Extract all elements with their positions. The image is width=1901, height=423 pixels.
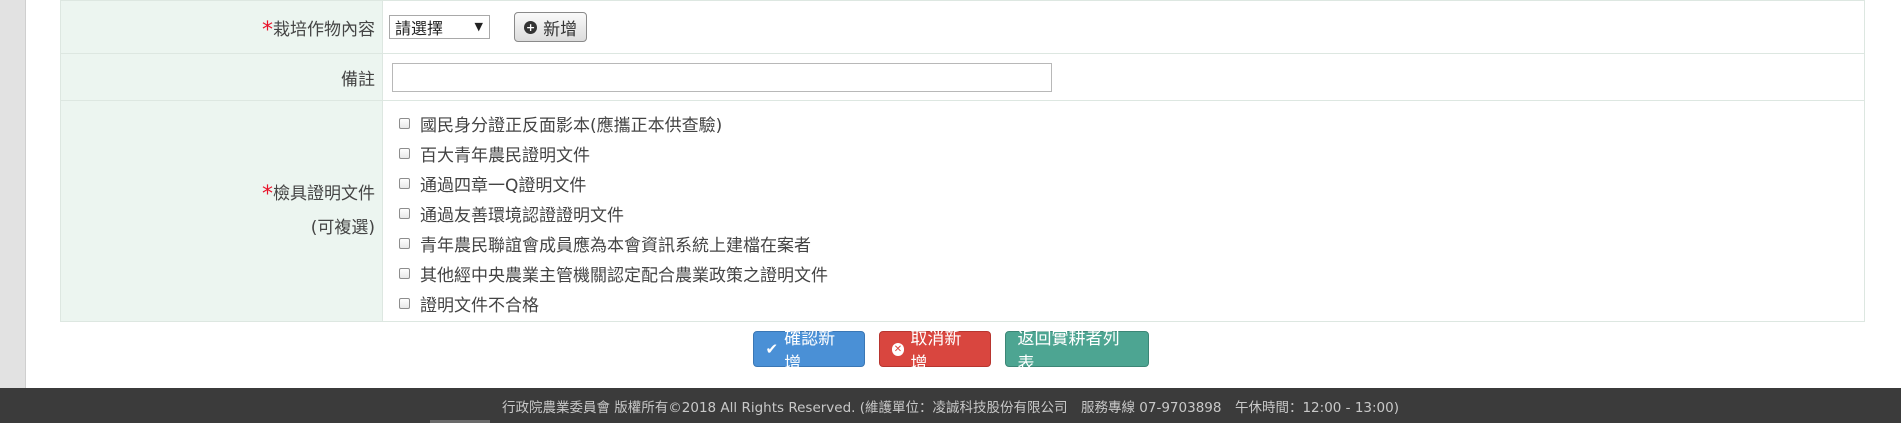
- crop-label-cell: *栽培作物內容: [60, 0, 383, 54]
- document-option-label: 國民身分證正反面影本(應攜正本供查驗): [420, 115, 723, 136]
- left-gutter: [0, 0, 26, 388]
- required-mark: *: [262, 17, 273, 43]
- page-footer: 行政院農業委員會 版權所有©2018 All Rights Reserved. …: [0, 388, 1901, 423]
- document-option[interactable]: 通過四章一Q證明文件: [399, 168, 1864, 198]
- application-form: *栽培作物內容 請選擇 ▼ + 新增 備註 *檢具證明文件 (可複選) 國民身分…: [60, 0, 1865, 322]
- close-circle-icon: ✕: [891, 342, 905, 356]
- note-label-cell: 備註: [60, 53, 383, 101]
- document-option-label: 通過友善環境認證證明文件: [420, 205, 624, 226]
- confirm-add-button[interactable]: ✔ 確認新增: [752, 329, 865, 374]
- cancel-add-button[interactable]: ✕ 取消新增: [878, 329, 991, 374]
- form-actions: ✔ 確認新增 ✕ 取消新增 返回實耕者列表: [0, 329, 1901, 374]
- document-option[interactable]: 國民身分證正反面影本(應攜正本供查驗): [399, 108, 1864, 138]
- add-crop-label: 新增: [543, 19, 578, 40]
- checkbox[interactable]: [399, 267, 410, 279]
- back-to-list-label: 返回實耕者列表: [1017, 329, 1120, 374]
- checkbox[interactable]: [399, 207, 410, 219]
- documents-row: *檢具證明文件 (可複選) 國民身分證正反面影本(應攜正本供查驗) 百大青年農民…: [60, 100, 1865, 322]
- documents-checkbox-list: 國民身分證正反面影本(應攜正本供查驗) 百大青年農民證明文件 通過四章一Q證明文…: [389, 104, 1864, 318]
- check-icon: ✔: [765, 340, 779, 358]
- document-option[interactable]: 通過友善環境認證證明文件: [399, 198, 1864, 228]
- document-option-label: 青年農民聯誼會成員應為本會資訊系統上建檔在案者: [420, 235, 811, 256]
- document-option[interactable]: 其他經中央農業主管機關認定配合農業政策之證明文件: [399, 258, 1864, 288]
- documents-sublabel: (可複選): [310, 218, 375, 238]
- crop-select-value: 請選擇: [395, 19, 444, 38]
- checkbox[interactable]: [399, 117, 410, 129]
- cancel-add-label: 取消新增: [910, 329, 962, 374]
- document-option[interactable]: 證明文件不合格: [399, 288, 1864, 318]
- back-to-list-button[interactable]: 返回實耕者列表: [1004, 329, 1149, 374]
- document-option-label: 其他經中央農業主管機關認定配合農業政策之證明文件: [420, 265, 828, 286]
- crop-value-cell: 請選擇 ▼ + 新增: [382, 0, 1865, 54]
- document-option[interactable]: 青年農民聯誼會成員應為本會資訊系統上建檔在案者: [399, 228, 1864, 258]
- footer-text: 行政院農業委員會 版權所有©2018 All Rights Reserved. …: [501, 399, 1400, 416]
- checkbox[interactable]: [399, 147, 410, 159]
- confirm-add-label: 確認新增: [784, 329, 836, 374]
- checkbox[interactable]: [399, 237, 410, 249]
- documents-value-cell: 國民身分證正反面影本(應攜正本供查驗) 百大青年農民證明文件 通過四章一Q證明文…: [382, 100, 1865, 322]
- note-input[interactable]: [392, 62, 1052, 92]
- required-mark: *: [262, 182, 273, 207]
- dropdown-arrow-icon: ▼: [474, 20, 483, 33]
- note-value-cell: [382, 53, 1865, 101]
- documents-label-cell: *檢具證明文件 (可複選): [60, 100, 383, 322]
- checkbox[interactable]: [399, 177, 410, 189]
- note-row: 備註: [60, 53, 1865, 101]
- crop-row: *栽培作物內容 請選擇 ▼ + 新增: [60, 0, 1865, 54]
- documents-label: 檢具證明文件: [273, 184, 375, 204]
- crop-select[interactable]: 請選擇 ▼: [389, 15, 490, 39]
- document-option[interactable]: 百大青年農民證明文件: [399, 138, 1864, 168]
- note-label: 備註: [341, 69, 375, 90]
- document-option-label: 通過四章一Q證明文件: [420, 175, 587, 196]
- plus-circle-icon: +: [524, 20, 538, 34]
- crop-label: 栽培作物內容: [273, 19, 375, 40]
- document-option-label: 百大青年農民證明文件: [420, 145, 590, 166]
- document-option-label: 證明文件不合格: [420, 295, 539, 316]
- add-crop-button[interactable]: + 新增: [514, 12, 588, 42]
- checkbox[interactable]: [399, 297, 410, 309]
